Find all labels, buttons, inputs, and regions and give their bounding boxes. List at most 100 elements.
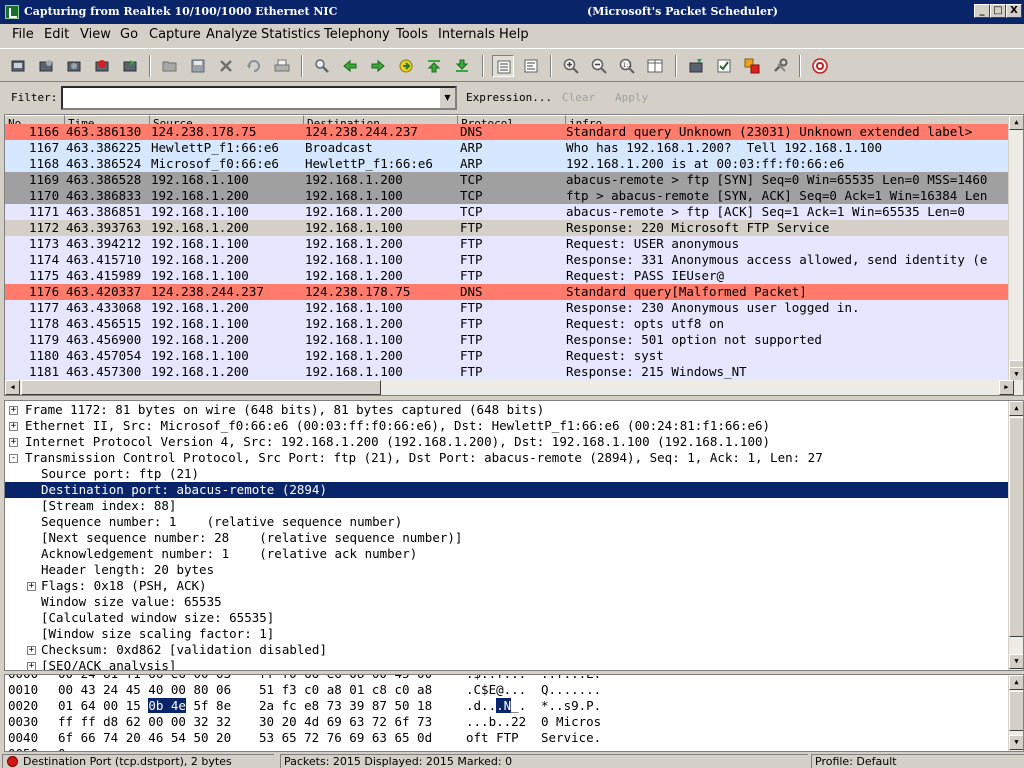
detail-row[interactable]: [Next sequence number: 28 (relative sequ…	[5, 530, 1011, 546]
details-vertical-scrollbar[interactable]: ▲ ▼	[1008, 401, 1023, 670]
preferences-icon[interactable]	[769, 55, 791, 77]
packet-bytes-pane[interactable]: 0000 00 24 81 f1 66 e6 00 03 ff f0 66 e6 0…	[4, 674, 1024, 752]
menu-internals[interactable]: Internals	[438, 27, 495, 42]
packet-details-pane[interactable]: + Frame 1172: 81 bytes on wire (648 bits)…	[4, 400, 1024, 671]
go-last-icon[interactable]	[451, 55, 473, 77]
packet-row[interactable]: 1169 463.386528 192.168.1.100 192.168.1.200…	[5, 172, 1013, 188]
packet-list-pane[interactable]: No. Time Source Destination Protocol inf…	[4, 114, 1024, 396]
interfaces-icon[interactable]	[7, 55, 29, 77]
expand-icon[interactable]: +	[9, 422, 18, 431]
packet-row[interactable]: 1181 463.457300 192.168.1.200 192.168.1.100…	[5, 364, 1013, 380]
detail-row[interactable]: Acknowledgement number: 1 (relative ack …	[5, 546, 1011, 562]
expand-icon[interactable]: +	[9, 438, 18, 447]
scroll-down-arrow-icon[interactable]: ▼	[1009, 654, 1023, 669]
scroll-left-arrow-icon[interactable]: ◀	[5, 380, 20, 395]
expand-icon[interactable]: +	[27, 662, 36, 670]
packet-row[interactable]: 1180 463.457054 192.168.1.100 192.168.1.200…	[5, 348, 1013, 364]
detail-row[interactable]: + Ethernet II, Src: Microsof_f0:66:e6 (00…	[5, 418, 1011, 434]
scroll-down-arrow-icon[interactable]: ▼	[1009, 735, 1023, 750]
expand-icon[interactable]: +	[27, 646, 36, 655]
resize-columns-icon[interactable]	[644, 55, 666, 77]
filter-dropdown-arrow-icon[interactable]: ▼	[439, 88, 455, 108]
packet-row[interactable]: 1178 463.456515 192.168.1.100 192.168.1.200…	[5, 316, 1013, 332]
zoom-out-icon[interactable]	[588, 55, 610, 77]
detail-row[interactable]: Window size value: 65535	[5, 594, 1011, 610]
detail-row-selected[interactable]: Destination port: abacus-remote (2894)	[5, 482, 1011, 498]
expand-icon[interactable]: +	[27, 582, 36, 591]
apply-button[interactable]: Apply	[615, 91, 648, 104]
menu-file[interactable]: File	[12, 27, 34, 42]
packet-row[interactable]: 1179 463.456900 192.168.1.200 192.168.1.100…	[5, 332, 1013, 348]
colorize-icon[interactable]	[492, 55, 514, 77]
detail-row[interactable]: Source port: ftp (21)	[5, 466, 1011, 482]
expression-button[interactable]: Expression...	[466, 91, 552, 104]
display-filters-icon[interactable]	[713, 55, 735, 77]
zoom-in-icon[interactable]	[560, 55, 582, 77]
scroll-up-arrow-icon[interactable]: ▲	[1009, 115, 1023, 130]
detail-row[interactable]: + Frame 1172: 81 bytes on wire (648 bits)…	[5, 402, 1011, 418]
menu-view[interactable]: View	[80, 27, 111, 42]
clear-button[interactable]: Clear	[562, 91, 595, 104]
open-file-icon[interactable]	[159, 55, 181, 77]
packet-row[interactable]: 1167 463.386225 HewlettP_f1:66:e6 Broadcast…	[5, 140, 1013, 156]
detail-row[interactable]: + [SEQ/ACK analysis]	[5, 658, 1011, 670]
packet-row[interactable]: 1174 463.415710 192.168.1.200 192.168.1.100…	[5, 252, 1013, 268]
packet-row[interactable]: 1173 463.394212 192.168.1.100 192.168.1.200…	[5, 236, 1013, 252]
packet-row[interactable]: 1170 463.386833 192.168.1.200 192.168.1.100…	[5, 188, 1013, 204]
restart-capture-icon[interactable]	[119, 55, 141, 77]
scroll-thumb[interactable]	[1009, 691, 1023, 731]
detail-row[interactable]: Sequence number: 1 (relative sequence nu…	[5, 514, 1011, 530]
coloring-rules-icon[interactable]	[741, 55, 763, 77]
packet-row[interactable]: 1177 463.433068 192.168.1.200 192.168.1.100…	[5, 300, 1013, 316]
menu-help[interactable]: Help	[499, 27, 529, 42]
print-icon[interactable]	[271, 55, 293, 77]
expand-icon[interactable]: +	[9, 406, 18, 415]
go-back-icon[interactable]	[339, 55, 361, 77]
detail-row[interactable]: - Transmission Control Protocol, Src Port…	[5, 450, 1011, 466]
filter-input[interactable]	[65, 89, 435, 107]
expert-info-icon[interactable]	[7, 756, 18, 767]
zoom-normal-icon[interactable]: 1:1	[616, 55, 638, 77]
menu-tools[interactable]: Tools	[396, 27, 428, 42]
stop-capture-icon[interactable]	[91, 55, 113, 77]
scroll-up-arrow-icon[interactable]: ▲	[1009, 401, 1023, 416]
find-packet-icon[interactable]	[311, 55, 333, 77]
menu-analyze[interactable]: Analyze	[206, 27, 257, 42]
packet-row[interactable]: 1175 463.415989 192.168.1.100 192.168.1.200…	[5, 268, 1013, 284]
maximize-button[interactable]: □	[990, 4, 1006, 18]
detail-row[interactable]: + Checksum: 0xd862 [validation disabled]	[5, 642, 1011, 658]
help-icon[interactable]	[809, 55, 831, 77]
packet-row[interactable]: 1171 463.386851 192.168.1.100 192.168.1.200…	[5, 204, 1013, 220]
packet-list-vertical-scrollbar[interactable]: ▲ ▼	[1008, 115, 1023, 382]
capture-filters-icon[interactable]	[685, 55, 707, 77]
menu-capture[interactable]: Capture	[149, 27, 201, 42]
close-button[interactable]: X	[1006, 4, 1022, 18]
detail-row[interactable]: [Stream index: 88]	[5, 498, 1011, 514]
close-file-icon[interactable]	[215, 55, 237, 77]
detail-row[interactable]: [Calculated window size: 65535]	[5, 610, 1011, 626]
packet-row-partial[interactable]: 1166 463.386130 124.238.178.75 124.238.244.…	[5, 124, 1013, 140]
auto-scroll-icon[interactable]	[520, 55, 542, 77]
go-to-packet-icon[interactable]	[395, 55, 417, 77]
menu-statistics[interactable]: Statistics	[261, 27, 320, 42]
scroll-right-arrow-icon[interactable]: ▶	[999, 380, 1014, 395]
start-capture-icon[interactable]	[63, 55, 85, 77]
go-first-icon[interactable]	[423, 55, 445, 77]
menu-edit[interactable]: Edit	[44, 27, 69, 42]
detail-row[interactable]: Header length: 20 bytes	[5, 562, 1011, 578]
packet-list-horizontal-scrollbar[interactable]: ◀ ▶	[5, 380, 1023, 395]
go-forward-icon[interactable]	[367, 55, 389, 77]
reload-icon[interactable]	[243, 55, 265, 77]
detail-row[interactable]: + Internet Protocol Version 4, Src: 192.1…	[5, 434, 1011, 450]
scroll-up-arrow-icon[interactable]: ▲	[1009, 675, 1023, 690]
capture-options-icon[interactable]	[35, 55, 57, 77]
packet-row[interactable]: 1168 463.386524 Microsof_f0:66:e6 HewlettP_…	[5, 156, 1013, 172]
collapse-icon[interactable]: -	[9, 454, 18, 463]
horizontal-scroll-thumb[interactable]	[21, 380, 381, 395]
menu-telephony[interactable]: Telephony	[324, 27, 390, 42]
filter-combo[interactable]: ▼	[61, 86, 457, 110]
packet-row[interactable]: 1176 463.420337 124.238.244.237 124.238.178…	[5, 284, 1013, 300]
bytes-vertical-scrollbar[interactable]: ▲ ▼	[1008, 675, 1023, 751]
minimize-button[interactable]: _	[974, 4, 990, 18]
menu-go[interactable]: Go	[120, 27, 138, 42]
